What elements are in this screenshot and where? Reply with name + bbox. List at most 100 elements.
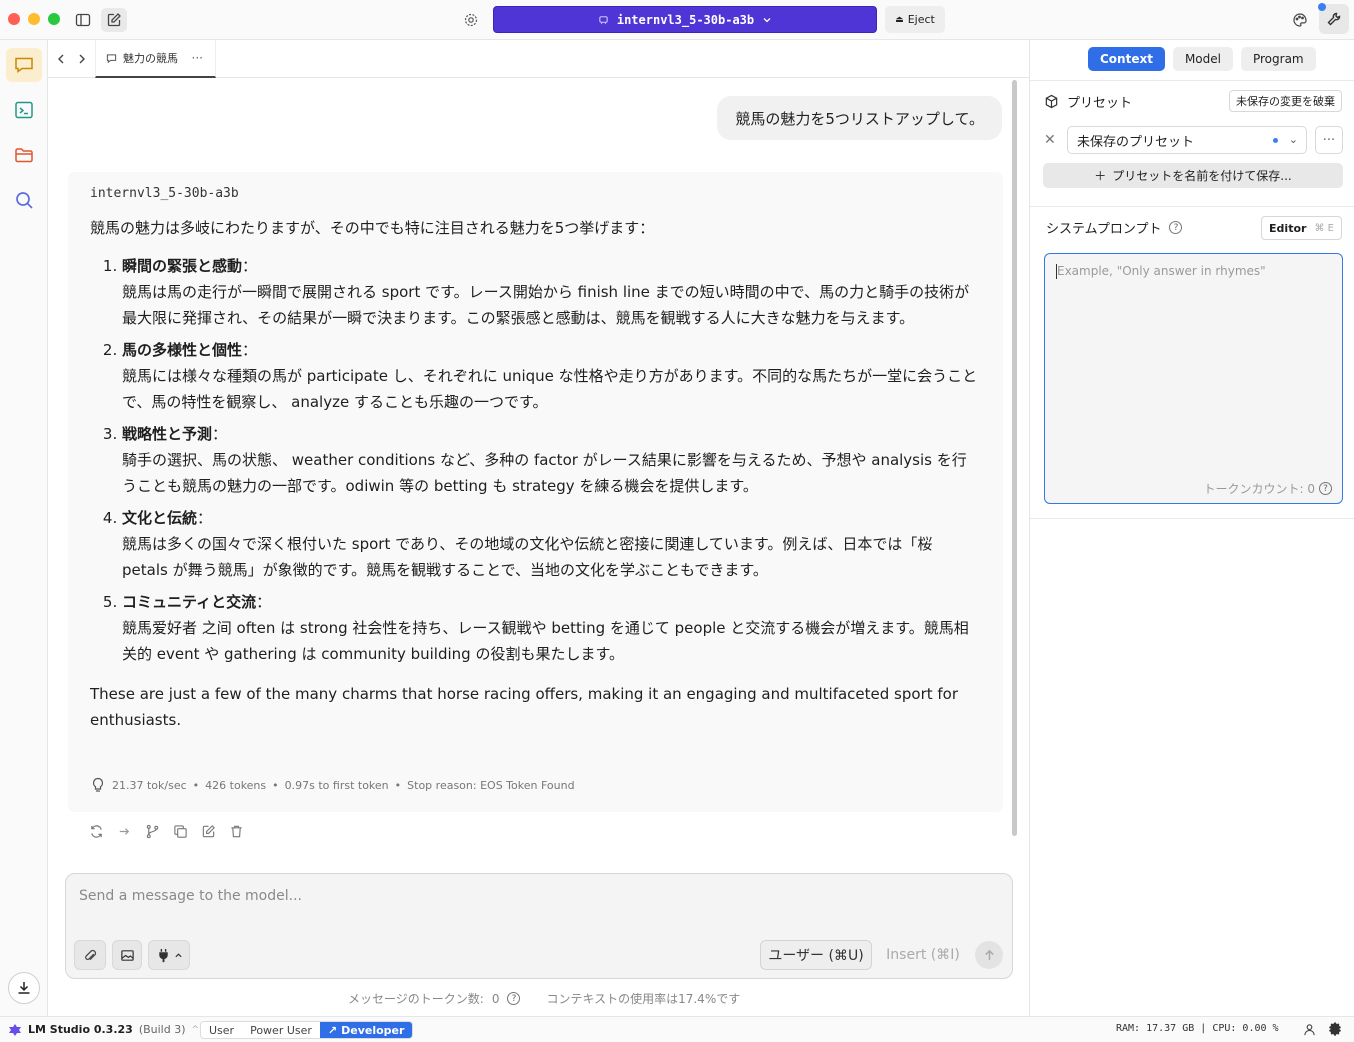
preset-select[interactable]: 未保存のプリセット ⌄ xyxy=(1067,126,1307,154)
model-selector[interactable]: internvl3_5-30b-a3b xyxy=(493,6,877,33)
tab-chat[interactable]: 魅力の競馬 ··· xyxy=(95,40,216,78)
lightbulb-icon[interactable] xyxy=(90,777,106,793)
preset-heading: プリセット xyxy=(1044,92,1132,111)
assistant-model-name: internvl3_5-30b-a3b xyxy=(90,186,239,201)
new-chat-icon[interactable] xyxy=(101,8,127,32)
system-prompt-label: システムプロンプト xyxy=(1046,222,1162,237)
point-suffix: ： xyxy=(197,509,213,527)
wrench-icon: ↗ xyxy=(327,1023,338,1037)
point-body: 騎手の選択、馬の状態、 weather conditions など、多种の fa… xyxy=(122,451,967,495)
maximize-window-button[interactable] xyxy=(48,13,60,25)
preset-label: プリセット xyxy=(1067,96,1133,111)
tab-context[interactable]: Context xyxy=(1088,47,1165,71)
app-name: LM Studio 0.3.23 xyxy=(28,1023,133,1036)
discard-changes-button[interactable]: 未保存の変更を破棄 xyxy=(1229,90,1342,112)
user-icon[interactable] xyxy=(1302,1022,1316,1036)
folder-icon xyxy=(15,148,33,163)
chat-nav-item[interactable] xyxy=(6,48,42,82)
clear-preset-icon[interactable]: ✕ xyxy=(1044,132,1056,148)
divider xyxy=(1030,80,1354,81)
mode-developer[interactable]: ↗ Developer xyxy=(319,1022,413,1038)
mode-user[interactable]: User xyxy=(201,1022,243,1038)
tab-program[interactable]: Program xyxy=(1240,47,1316,71)
point-body: 競馬には様々な種類の馬が participate し、それぞれに unique … xyxy=(122,367,978,411)
insert-button[interactable]: Insert (⌘I) xyxy=(880,940,966,970)
stat-speed: 21.37 tok/sec xyxy=(112,778,187,792)
stat-first-token: 0.97s to first token xyxy=(284,778,389,792)
mode-power-user[interactable]: Power User xyxy=(242,1022,320,1038)
branch-icon[interactable] xyxy=(144,823,160,839)
help-icon[interactable]: ? xyxy=(507,992,521,1005)
chevron-up-icon: ^ xyxy=(191,1024,200,1035)
system-prompt-input[interactable]: Example, "Only answer in rhymes" トークンカウン… xyxy=(1044,253,1343,504)
chat-scrollbar[interactable] xyxy=(1012,80,1017,836)
settings-gear-icon[interactable] xyxy=(1328,1022,1342,1036)
point-heading: 馬の多様性と個性 xyxy=(122,341,243,359)
close-window-button[interactable] xyxy=(8,13,20,25)
divider xyxy=(1030,206,1354,207)
app-version[interactable]: LM Studio 0.3.23 (Build 3) ^ xyxy=(8,1023,199,1036)
response-outro: These are just a few of the many charms … xyxy=(90,685,959,729)
terminal-icon xyxy=(15,101,33,119)
response-list: 瞬間の緊張と感動：競馬は馬の走行が一瞬間で展開される sport です。レース開… xyxy=(90,253,981,667)
back-arrow-icon[interactable] xyxy=(53,51,69,67)
eject-label: Eject xyxy=(907,13,935,26)
editor-shortcut: ⌘ E xyxy=(1314,222,1334,234)
list-item: 瞬間の緊張と感動： 競馬は馬の走行が一瞬間で展開される sport です。レース開… xyxy=(122,253,981,331)
lmstudio-logo-icon xyxy=(9,1023,21,1036)
stat-tokens: 426 tokens xyxy=(205,778,267,792)
chat-tab-icon xyxy=(106,53,117,63)
arrow-up-icon xyxy=(984,949,994,960)
editor-label: Editor xyxy=(1269,221,1307,235)
message-actions xyxy=(88,823,244,839)
delete-icon[interactable] xyxy=(228,823,244,839)
image-icon xyxy=(120,949,134,961)
help-icon[interactable]: ? xyxy=(1319,482,1332,495)
search-icon xyxy=(16,192,33,209)
point-suffix: ： xyxy=(212,425,228,443)
left-navigation-rail xyxy=(0,40,48,1016)
input-footer: メッセージのトークン数: 0 ? コンテキストの使用率は17.4%です xyxy=(348,990,740,1007)
attach-file-button[interactable] xyxy=(74,940,106,970)
theme-palette-icon[interactable] xyxy=(1287,8,1313,32)
input-placeholder: Send a message to the model... xyxy=(79,888,302,904)
config-tabs: Context Model Program xyxy=(1088,47,1316,71)
eject-button[interactable]: ⏏ Eject xyxy=(885,6,945,33)
search-nav-item[interactable] xyxy=(6,183,42,217)
point-body: 競馬は多くの国々で深く根付いた sport であり、その地域の文化や伝統と密接に… xyxy=(122,535,933,579)
minimize-window-button[interactable] xyxy=(28,13,40,25)
download-icon xyxy=(18,982,30,994)
continue-arrow-icon[interactable] xyxy=(116,823,132,839)
downloads-button[interactable] xyxy=(8,972,40,1004)
message-input[interactable]: Send a message to the model... ユーザー (⌘U)… xyxy=(65,873,1013,979)
forward-arrow-icon[interactable] xyxy=(74,51,90,67)
assistant-message[interactable]: internvl3_5-30b-a3b 競馬の魅力は多岐にわたりますが、その中で… xyxy=(68,172,1003,812)
point-heading: 文化と伝統 xyxy=(122,509,198,527)
help-icon[interactable]: ? xyxy=(1169,221,1183,234)
developer-nav-item[interactable] xyxy=(6,93,42,127)
mode-switcher: User Power User ↗ Developer xyxy=(200,1021,414,1039)
chevron-down-icon xyxy=(763,17,771,22)
tab-menu-icon[interactable]: ··· xyxy=(192,51,203,65)
tab-model[interactable]: Model xyxy=(1172,47,1233,71)
save-preset-button[interactable]: ＋ プリセットを名前を付けて保存... xyxy=(1043,163,1343,188)
editor-button[interactable]: Editor ⌘ E xyxy=(1261,216,1342,240)
models-nav-item[interactable] xyxy=(6,138,42,172)
send-button[interactable] xyxy=(975,941,1003,969)
preset-more-icon[interactable]: ··· xyxy=(1315,126,1343,154)
notification-dot xyxy=(1318,3,1326,11)
preset-value: 未保存のプリセット xyxy=(1077,134,1195,150)
regenerate-icon[interactable] xyxy=(88,823,104,839)
role-toggle-button[interactable]: ユーザー (⌘U) xyxy=(760,940,872,970)
eject-icon: ⏏ xyxy=(895,14,904,25)
plus-icon: ＋ xyxy=(1094,169,1107,183)
sidebar-toggle-icon[interactable] xyxy=(70,8,96,32)
plugins-button[interactable] xyxy=(148,940,190,970)
stat-separator: • xyxy=(192,778,200,792)
copy-icon[interactable] xyxy=(172,823,188,839)
edit-icon[interactable] xyxy=(200,823,216,839)
user-message[interactable]: 競馬の魅力を5つリストアップして。 xyxy=(717,96,1002,140)
list-item: 戦略性と予測： 騎手の選択、馬の状態、 weather conditions など… xyxy=(122,421,981,499)
attach-image-button[interactable] xyxy=(112,940,142,970)
settings-gear-icon[interactable] xyxy=(458,8,484,32)
